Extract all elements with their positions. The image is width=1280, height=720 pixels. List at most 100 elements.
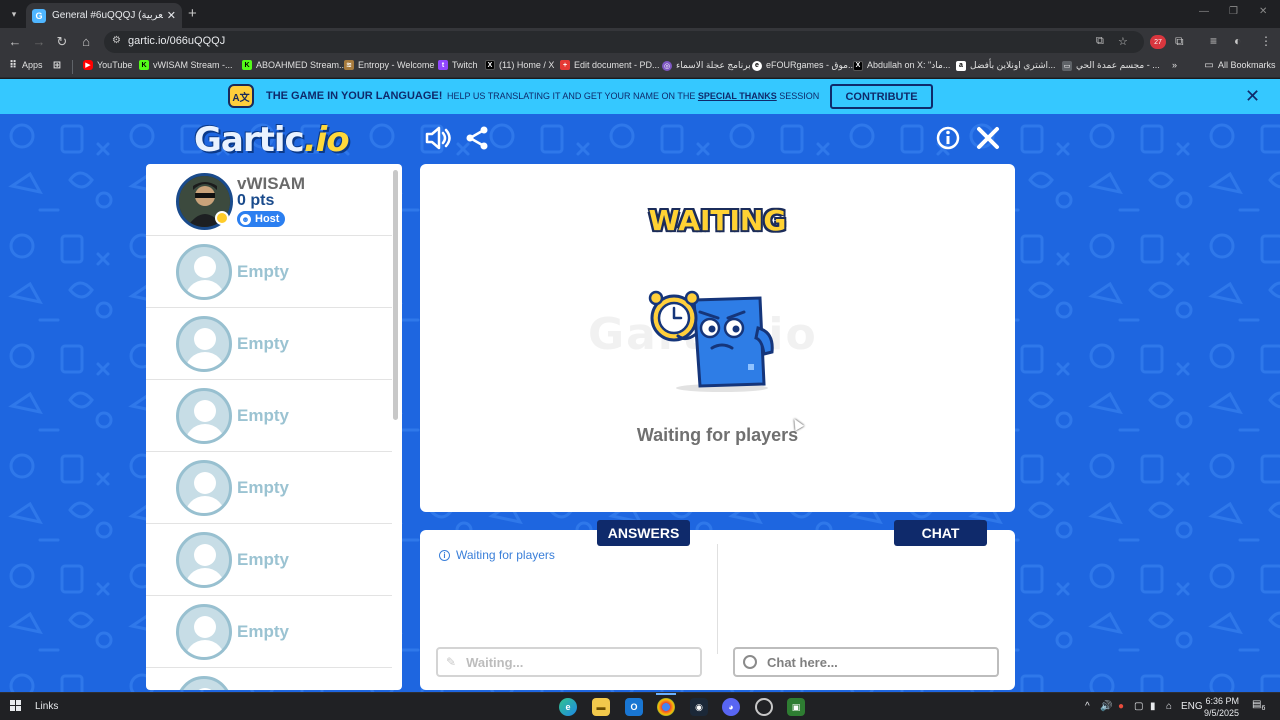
- translation-banner: A文 THE GAME IN YOUR LANGUAGE! HELP US TR…: [0, 79, 1280, 114]
- bookmark-aboahmed-stream[interactable]: K ABOAHMED Stream...: [242, 60, 347, 70]
- empty-slot-label: Empty: [237, 334, 289, 353]
- contribute-button[interactable]: CONTRIBUTE: [830, 84, 933, 109]
- tab-title: General #6uQQQJ (العربية) - Ga: [52, 10, 163, 21]
- restore-icon[interactable]: ❐: [1229, 6, 1238, 17]
- tray-overflow-icon[interactable]: ^: [1085, 701, 1090, 712]
- answer-input[interactable]: ✎ Waiting...: [436, 647, 702, 677]
- address-bar[interactable]: ⚙ gartic.io/066uQQQJ ⧉ ☆: [104, 31, 1144, 53]
- empty-slot-label: Empty: [237, 550, 289, 569]
- all-bookmarks[interactable]: ▭ All Bookmarks: [1204, 59, 1275, 71]
- bookmark-efourgames[interactable]: e eFOURgames - موق...: [752, 60, 855, 71]
- bookmark-twitch[interactable]: t Twitch: [438, 60, 478, 70]
- windows-taskbar: Links e ▬ O ◉ ◕ ▣ ^ 🔊 ● ▢ ▮ ⌂ ENG 6:36 P…: [0, 692, 1280, 720]
- new-tab-icon[interactable]: +: [188, 5, 197, 22]
- volume-icon[interactable]: 🔊: [1100, 701, 1112, 712]
- bookmark-names-wheel[interactable]: ◎ برنامج عجلة الاسماء: [662, 60, 751, 71]
- tray-app2-icon[interactable]: ▢: [1134, 701, 1143, 712]
- kick-icon: K: [242, 60, 252, 70]
- apps-grid-icon: ⠿: [9, 59, 17, 71]
- bookmarks-bar: ⠿ Apps ⊞ ▶ YouTube K vWISAM Stream -... …: [0, 56, 1280, 78]
- steam-icon[interactable]: ◉: [690, 698, 708, 716]
- twitch-icon: t: [438, 60, 448, 70]
- empty-avatar-icon: [176, 460, 232, 516]
- close-window-icon[interactable]: ✕: [1259, 6, 1267, 17]
- forward-icon[interactable]: →: [31, 34, 47, 49]
- links-toolbar[interactable]: Links: [35, 701, 58, 712]
- mic-icon[interactable]: ▮: [1150, 701, 1156, 712]
- bookmark-apps[interactable]: ⠿ Apps: [8, 59, 42, 71]
- obs-icon[interactable]: [755, 698, 773, 716]
- empty-avatar-icon: [176, 244, 232, 300]
- sound-icon[interactable]: [423, 124, 451, 152]
- page-icon: ▭: [1062, 60, 1072, 71]
- edge-icon[interactable]: e: [559, 698, 577, 716]
- players-scrollbar[interactable]: [393, 170, 398, 420]
- outlook-icon[interactable]: O: [625, 698, 643, 716]
- url-text: gartic.io/066uQQQJ: [128, 35, 226, 47]
- windows-start-icon[interactable]: [10, 700, 22, 712]
- tab-groups-icon[interactable]: ⊞: [52, 60, 66, 71]
- tab-answers[interactable]: ANSWERS: [597, 520, 690, 546]
- extensions-puzzle-icon[interactable]: ⧉: [1175, 34, 1184, 49]
- alarm-clock-mascot-icon: [648, 290, 774, 392]
- bookmark-model[interactable]: ▭ مجسم عمدة الحي - ...: [1062, 60, 1160, 71]
- tray-app-icon[interactable]: ●: [1118, 701, 1124, 712]
- file-explorer-icon[interactable]: ▬: [592, 698, 610, 716]
- media-controls-icon[interactable]: ≡: [1210, 34, 1217, 48]
- bookmark-abdullah-x[interactable]: X Abdullah on X: "ماد...: [853, 60, 950, 71]
- gartic-logo: Gartic.io: [194, 120, 350, 160]
- bookmark-entropy[interactable]: ≋ Entropy - Welcome: [344, 60, 434, 70]
- bookmark-x-home[interactable]: X (11) Home / X: [485, 60, 554, 70]
- answers-chat-card: ANSWERS CHAT i Waiting for players ✎ Wai…: [420, 520, 1015, 690]
- network-icon[interactable]: ⌂: [1166, 701, 1172, 712]
- folder-icon: ▭: [1204, 59, 1214, 71]
- player-row-host[interactable]: vWISAM 0 pts ☻ Host: [146, 164, 392, 236]
- bookmark-vwisam-stream[interactable]: K vWISAM Stream -...: [139, 60, 233, 70]
- youtube-icon: ▶: [83, 60, 93, 70]
- players-list: vWISAM 0 pts ☻ Host Empty Empty Empty Em…: [146, 164, 402, 690]
- bookmark-star-icon[interactable]: ☆: [1118, 35, 1128, 48]
- empty-avatar-icon: [176, 604, 232, 660]
- bookmark-edit-document[interactable]: + Edit document - PD...: [560, 60, 660, 70]
- active-app-indicator: [656, 693, 676, 695]
- chat-input[interactable]: Chat here...: [733, 647, 999, 677]
- banner-close-icon[interactable]: ✕: [1245, 86, 1260, 107]
- language-indicator[interactable]: ENG: [1181, 701, 1203, 712]
- banner-title: THE GAME IN YOUR LANGUAGE!: [266, 90, 443, 102]
- tab-chat[interactable]: CHAT: [894, 520, 987, 546]
- taskbar-clock[interactable]: 6:36 PM 9/5/2025: [1204, 695, 1239, 719]
- share-icon[interactable]: [463, 124, 491, 152]
- status-title: WAITING: [648, 204, 787, 237]
- bookmark-youtube[interactable]: ▶ YouTube: [83, 60, 132, 70]
- extension-badge: 27: [1150, 35, 1166, 49]
- answers-info: i Waiting for players: [439, 548, 555, 562]
- install-app-icon[interactable]: ⧉: [1096, 35, 1104, 48]
- bookmark-amazon[interactable]: a اشتري اونلاين بأفضل...: [956, 60, 1056, 71]
- tab-close-icon[interactable]: ✕: [167, 9, 176, 22]
- empty-avatar-icon: [176, 388, 232, 444]
- site-info-icon[interactable]: ⚙: [112, 35, 121, 46]
- chrome-menu-icon[interactable]: ⋮: [1260, 34, 1272, 48]
- reload-icon[interactable]: ↻: [54, 34, 70, 50]
- bookmarks-overflow-icon[interactable]: »: [1172, 60, 1177, 70]
- profile-icon[interactable]: ◐: [1234, 34, 1241, 48]
- tab-search-icon[interactable]: ▾: [5, 5, 23, 23]
- home-icon[interactable]: ⌂: [78, 34, 94, 49]
- smiley-icon: ☻: [240, 213, 251, 225]
- terminal-icon[interactable]: ▣: [787, 698, 805, 716]
- close-room-icon[interactable]: [974, 124, 1002, 152]
- gartic-favicon-icon: G: [32, 8, 46, 23]
- kick-icon: K: [139, 60, 149, 70]
- info-circle-icon: i: [439, 549, 450, 561]
- minimize-icon[interactable]: —: [1199, 6, 1209, 17]
- browser-toolbar: ← → ↻ ⌂ ⚙ gartic.io/066uQQQJ ⧉ ☆ ● ⧉ ≡ ◐…: [0, 28, 1280, 56]
- efour-icon: e: [752, 60, 762, 71]
- browser-tab-active[interactable]: G General #6uQQQJ (العربية) - Ga ✕: [26, 3, 182, 28]
- info-icon[interactable]: [934, 124, 962, 152]
- back-icon[interactable]: ←: [7, 34, 23, 49]
- browser-tab-strip: ▾ G General #6uQQQJ (العربية) - Ga ✕ + —…: [0, 0, 1280, 28]
- notifications-icon[interactable]: ▤6: [1252, 699, 1265, 712]
- chrome-icon[interactable]: [657, 698, 675, 716]
- status-card: WAITING Gartic.io Waiting for players: [420, 164, 1015, 512]
- discord-icon[interactable]: ◕: [722, 698, 740, 716]
